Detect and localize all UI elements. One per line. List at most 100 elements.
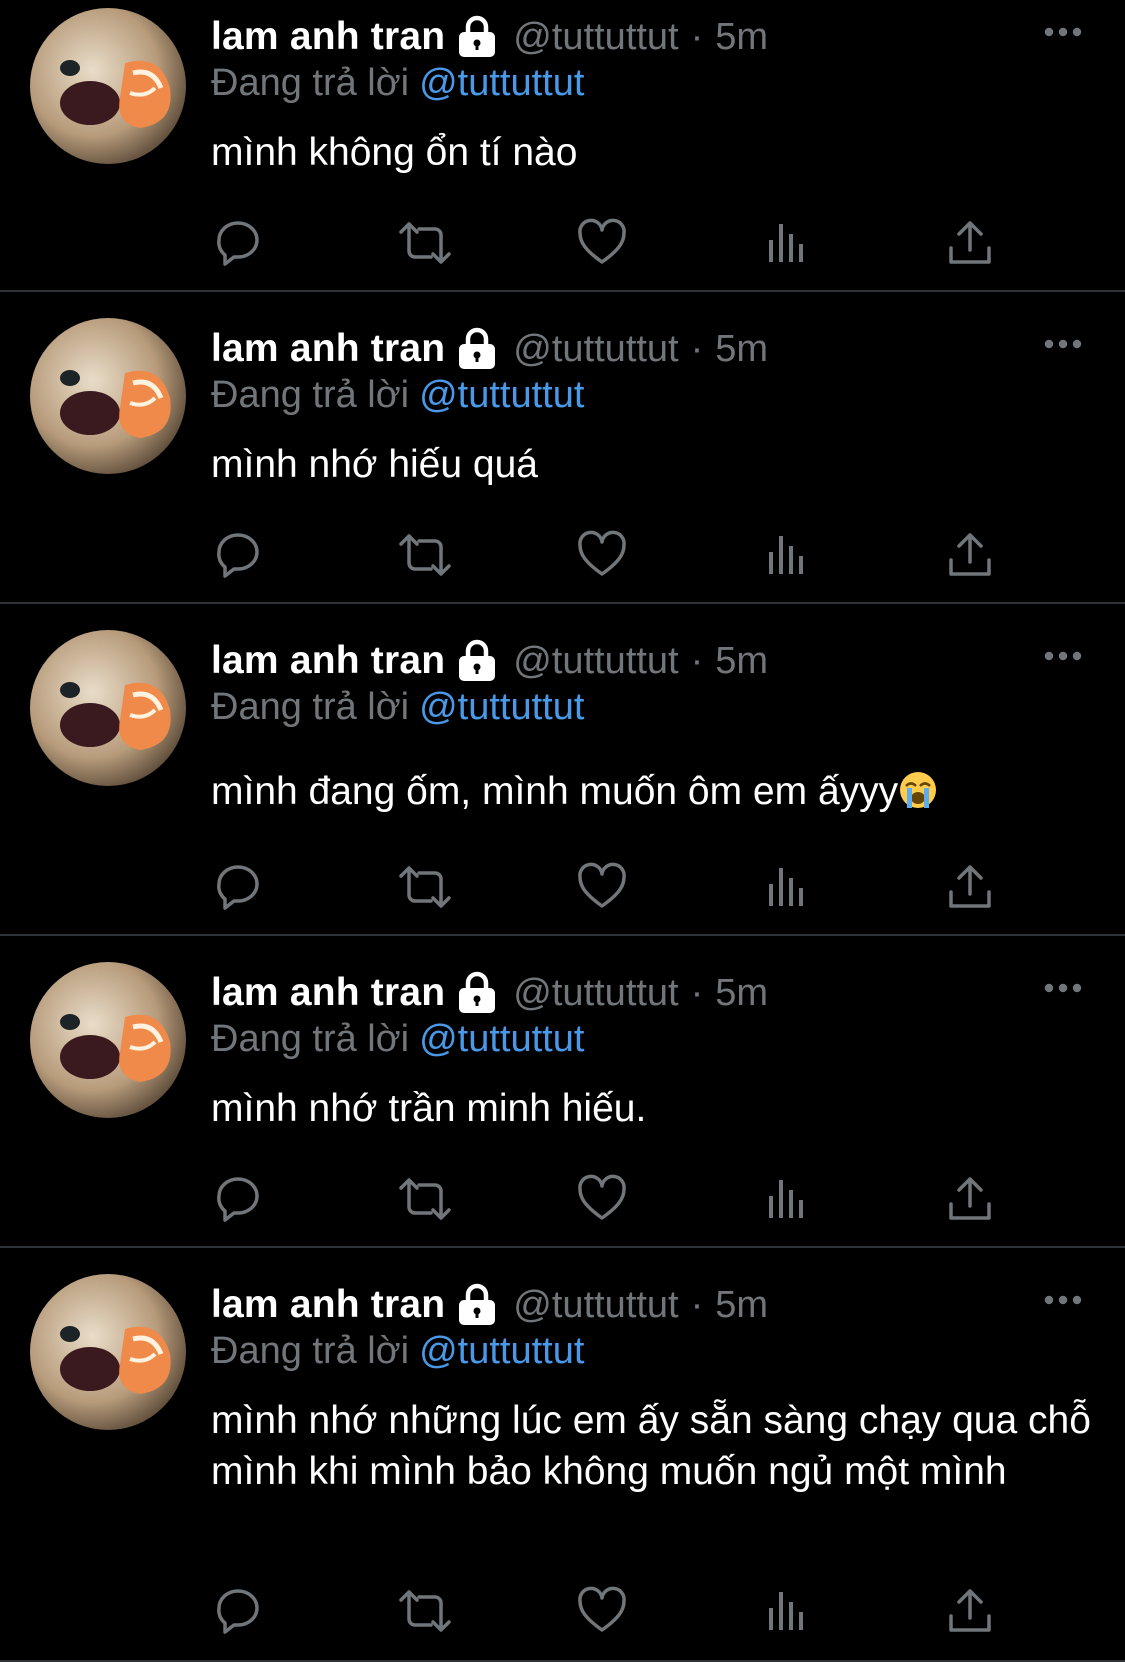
avatar[interactable] <box>30 8 186 164</box>
share-button[interactable] <box>945 530 995 580</box>
tweet-text-content: mình nhớ trần minh hiếu. <box>211 1087 647 1130</box>
more-dots-icon[interactable] <box>1043 20 1083 44</box>
replying-to-label: Đang trả lời <box>211 374 410 416</box>
avatar-image <box>30 1274 186 1430</box>
replying-to: Đang trả lời @tuttuttut <box>211 686 584 729</box>
like-button[interactable] <box>577 218 627 268</box>
tweet[interactable]: lam anh tran @tuttuttut · 5m Đang trả lờ… <box>0 606 1125 936</box>
tweet-text-content: mình không ổn tí nào <box>211 131 578 174</box>
replying-to-label: Đang trả lời <box>211 686 410 728</box>
timestamp[interactable]: 5m <box>715 1284 768 1327</box>
share-button[interactable] <box>945 218 995 268</box>
retweet-icon <box>399 1178 451 1220</box>
user-handle[interactable]: @tuttuttut <box>513 640 678 683</box>
tweet-text: mình nhớ những lúc em ấy sẵn sàng chạy q… <box>211 1395 1091 1497</box>
avatar[interactable] <box>30 630 186 786</box>
reply-button[interactable] <box>213 530 263 580</box>
tweet-actions <box>211 1174 1011 1224</box>
timestamp[interactable]: 5m <box>715 972 768 1015</box>
retweet-button[interactable] <box>395 218 455 268</box>
loudly-crying-face-icon <box>900 772 937 808</box>
like-button[interactable] <box>577 1586 627 1636</box>
reply-mention-link[interactable]: @tuttuttut <box>419 374 584 416</box>
retweet-icon <box>399 222 451 264</box>
user-handle[interactable]: @tuttuttut <box>513 328 678 371</box>
reply-button[interactable] <box>213 1174 263 1224</box>
share-button[interactable] <box>945 1174 995 1224</box>
reply-mention-link[interactable]: @tuttuttut <box>419 686 584 728</box>
share-upload-icon <box>949 221 991 264</box>
user-handle[interactable]: @tuttuttut <box>513 972 678 1015</box>
more-dots-icon[interactable] <box>1043 644 1083 668</box>
avatar-image <box>30 630 186 786</box>
avatar[interactable] <box>30 962 186 1118</box>
display-name[interactable]: lam anh tran <box>211 15 445 59</box>
like-button[interactable] <box>577 530 627 580</box>
reply-bubble-icon <box>217 533 259 578</box>
separator-dot: · <box>690 639 704 682</box>
display-name[interactable]: lam anh tran <box>211 639 445 683</box>
more-dots-icon[interactable] <box>1043 332 1083 356</box>
views-button[interactable] <box>762 1586 812 1636</box>
reply-bubble-icon <box>217 1589 259 1634</box>
retweet-button[interactable] <box>395 862 455 912</box>
tweet-text: mình nhớ hiếu quá <box>211 439 1091 490</box>
heart-icon <box>578 1586 626 1632</box>
user-handle[interactable]: @tuttuttut <box>513 1284 678 1327</box>
tweet-actions <box>211 1586 1011 1636</box>
reply-bubble-icon <box>217 1177 259 1222</box>
more-dots-icon[interactable] <box>1043 976 1083 1000</box>
bar-chart-icon <box>769 1592 803 1630</box>
tweet-text-content: mình đang ốm, mình muốn ôm em ấyyy <box>211 770 899 813</box>
bar-chart-icon <box>769 1180 803 1218</box>
retweet-button[interactable] <box>395 530 455 580</box>
user-handle[interactable]: @tuttuttut <box>513 16 678 59</box>
reply-button[interactable] <box>213 862 263 912</box>
tweet[interactable]: lam anh tran @tuttuttut · 5m Đang trả lờ… <box>0 938 1125 1248</box>
retweet-icon <box>399 1590 451 1632</box>
share-upload-icon <box>949 533 991 576</box>
timestamp[interactable]: 5m <box>715 328 768 371</box>
retweet-icon <box>399 534 451 576</box>
lock-icon <box>459 1283 496 1325</box>
views-button[interactable] <box>762 1174 812 1224</box>
views-button[interactable] <box>762 862 812 912</box>
reply-button[interactable] <box>213 218 263 268</box>
avatar[interactable] <box>30 318 186 474</box>
display-name[interactable]: lam anh tran <box>211 1283 445 1327</box>
timestamp[interactable]: 5m <box>715 16 768 59</box>
reply-mention-link[interactable]: @tuttuttut <box>419 62 584 104</box>
tweet-text-content: mình nhớ hiếu quá <box>211 443 538 486</box>
avatar-image <box>30 8 186 164</box>
tweet-header: lam anh tran @tuttuttut · 5m <box>211 968 768 1018</box>
replying-to: Đang trả lời @tuttuttut <box>211 62 584 105</box>
tweet[interactable]: lam anh tran @tuttuttut · 5m Đang trả lờ… <box>0 1250 1125 1662</box>
views-button[interactable] <box>762 530 812 580</box>
like-button[interactable] <box>577 862 627 912</box>
heart-icon <box>578 862 626 908</box>
share-button[interactable] <box>945 862 995 912</box>
reply-button[interactable] <box>213 1586 263 1636</box>
views-button[interactable] <box>762 218 812 268</box>
tweet[interactable]: lam anh tran @tuttuttut · 5m Đang trả lờ… <box>0 0 1125 292</box>
bar-chart-icon <box>769 224 803 262</box>
separator-dot: · <box>690 1283 704 1326</box>
like-button[interactable] <box>577 1174 627 1224</box>
avatar[interactable] <box>30 1274 186 1430</box>
display-name[interactable]: lam anh tran <box>211 971 445 1015</box>
timestamp[interactable]: 5m <box>715 640 768 683</box>
share-button[interactable] <box>945 1586 995 1636</box>
tweet-text: mình không ổn tí nào <box>211 127 1091 178</box>
retweet-button[interactable] <box>395 1174 455 1224</box>
reply-mention-link[interactable]: @tuttuttut <box>419 1018 584 1060</box>
lock-icon <box>459 971 496 1013</box>
more-dots-icon[interactable] <box>1043 1288 1083 1312</box>
bar-chart-icon <box>769 868 803 906</box>
display-name[interactable]: lam anh tran <box>211 327 445 371</box>
heart-icon <box>578 1174 626 1220</box>
retweet-button[interactable] <box>395 1586 455 1636</box>
reply-mention-link[interactable]: @tuttuttut <box>419 1330 584 1372</box>
tweet[interactable]: lam anh tran @tuttuttut · 5m Đang trả lờ… <box>0 294 1125 604</box>
tweet-actions <box>211 218 1011 268</box>
share-upload-icon <box>949 1177 991 1220</box>
